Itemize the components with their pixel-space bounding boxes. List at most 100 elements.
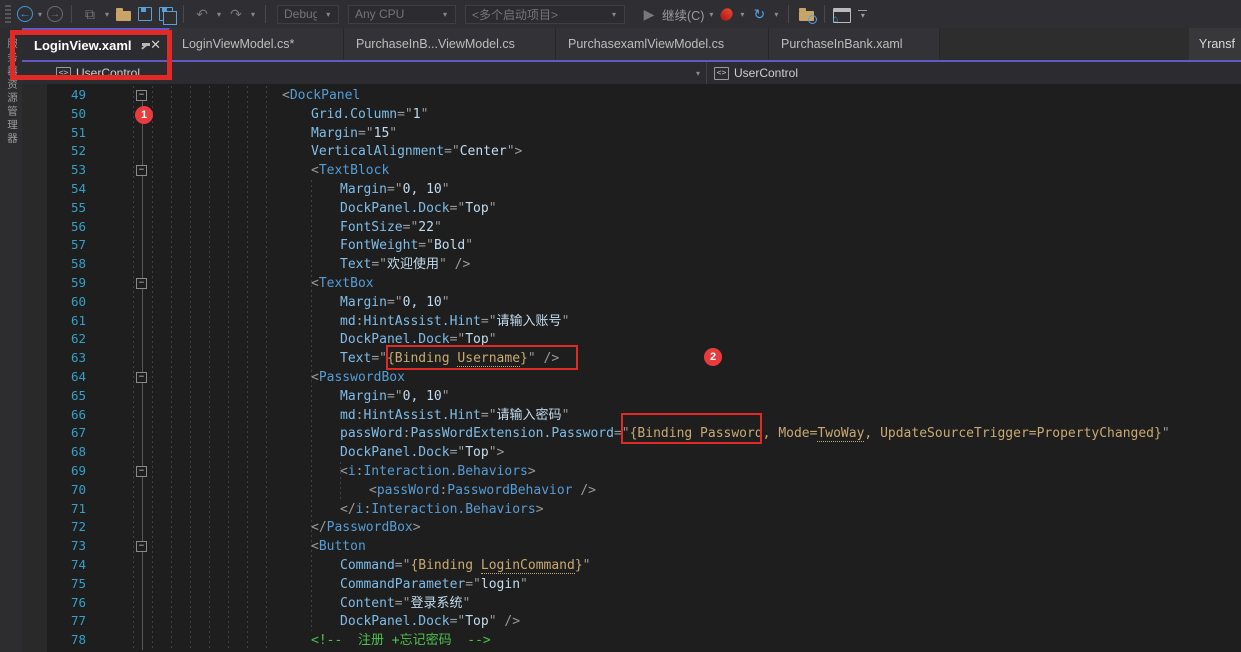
code-lines: 49 <DockPanel 50 Grid.Column="1" 51 Margin="1… [22,86,1241,652]
code-line-65[interactable]: 65 Margin="0, 10" [22,387,1241,406]
code-line-51[interactable]: 51 Margin="15" [22,124,1241,143]
line-number: 57 [70,237,86,253]
toolbar-overflow-button[interactable]: ▾ [858,9,868,20]
fold-collapse-button[interactable]: − [136,90,147,101]
code-line-74[interactable]: 74 Command="{Binding LoginCommand}" [22,556,1241,575]
line-number: 64 [70,368,86,384]
line-number: 74 [70,556,86,572]
code-line-59[interactable]: 59 <TextBox [22,274,1241,293]
tab-yransf-partial[interactable]: Yransf [1188,28,1241,60]
code-line-63[interactable]: 63 Text="{Binding Username}" /> [22,349,1241,368]
code-line-49[interactable]: 49 <DockPanel [22,86,1241,105]
code-line-75[interactable]: 75 CommandParameter="login" [22,575,1241,594]
hot-reload-icon[interactable] [718,5,736,23]
tab-purchasexamlviewmodel-cs[interactable]: PurchasexamlViewModel.cs [556,28,769,60]
fold-collapse-button[interactable]: − [136,165,147,177]
line-number: 66 [70,406,86,422]
dropdown-caret-icon: ▾ [442,9,447,19]
hot-reload-dropdown-icon[interactable]: ▾ [738,10,746,19]
code-editor[interactable]: 49 <DockPanel 50 Grid.Column="1" 51 Margin="1… [22,84,1241,652]
toolbar-separator [824,5,826,23]
code-line-68[interactable]: 68 DockPanel.Dock="Top"> [22,443,1241,462]
code-line-62[interactable]: 62 DockPanel.Dock="Top" [22,330,1241,349]
solution-configuration-dropdown[interactable]: Debug ▾ [277,4,339,24]
line-number: 59 [70,274,86,290]
line-number: 55 [70,199,86,215]
toolbar-separator [265,5,266,23]
annotation-step-1-badge: 1 [135,106,153,124]
restart-dropdown-icon[interactable]: ▾ [772,10,780,19]
navigate-back-dropdown-icon[interactable]: ▾ [36,10,44,19]
navigate-back-icon[interactable]: ← [17,6,33,22]
xml-element-icon: <> [714,66,729,80]
code-line-77[interactable]: 77 DockPanel.Dock="Top" /> [22,612,1241,631]
code-line-58[interactable]: 58 Text="欢迎使用" /> [22,255,1241,274]
tab-purchaseinbank-xaml[interactable]: PurchaseInBank.xaml [769,28,940,60]
fold-collapse-button[interactable]: − [136,541,147,553]
annotation-box-binding-password [621,413,762,444]
code-line-70[interactable]: 70 <passWord:PasswordBehavior /> [22,481,1241,500]
code-line-72[interactable]: 72 </PasswordBox> [22,518,1241,537]
fold-collapse-button[interactable]: − [136,466,147,477]
restart-icon[interactable]: ↻ [749,2,769,26]
line-number: 73 [70,538,86,554]
fold-collapse-button[interactable]: − [136,372,147,383]
code-line-71[interactable]: 71 </i:Interaction.Behaviors> [22,500,1241,519]
line-number: 53 [70,162,86,178]
code-line-76[interactable]: 76 Content="登录系统" [22,594,1241,613]
code-line-60[interactable]: 60 Margin="0, 10" [22,293,1241,312]
solution-platform-dropdown[interactable]: Any CPU ▾ [348,4,456,24]
tab-purchaseinb-viewmodel-cs[interactable]: PurchaseInB...ViewModel.cs [344,28,556,60]
line-number: 60 [70,293,86,309]
toolbar-grip[interactable] [5,5,11,23]
code-line-57[interactable]: 57 FontWeight="Bold" [22,236,1241,255]
annotation-box-binding-username [386,345,578,370]
code-line-69[interactable]: 69 <i:Interaction.Behaviors> [22,462,1241,481]
left-tool-window-strip: 服务器资源管理器 [0,28,22,652]
tab-loginviewmodel-cs[interactable]: LoginViewModel.cs* [170,28,344,60]
code-line-55[interactable]: 55 DockPanel.Dock="Top" [22,199,1241,218]
save-all-icon[interactable] [159,7,177,25]
code-line-64[interactable]: 64 <PasswordBox [22,368,1241,387]
code-line-53[interactable]: 53 <TextBlock [22,161,1241,180]
new-project-icon[interactable]: ⧉ [80,2,100,26]
continue-dropdown-icon[interactable]: ▾ [707,10,715,19]
startup-project-dropdown[interactable]: <多个启动项目> ▾ [465,4,625,24]
toolbar-separator [71,5,72,23]
code-line-78[interactable]: 78 <!-- 注册 +忘记密码 --> [22,631,1241,650]
line-number: 52 [70,143,86,159]
open-file-icon[interactable] [116,8,131,21]
toolbar-separator [788,5,790,23]
redo-icon[interactable]: ↷ [226,2,246,26]
line-number: 50 [70,105,86,121]
code-line-73[interactable]: 73 <Button [22,537,1241,556]
continue-button[interactable]: 继续(C) [662,5,704,24]
annotation-step-2-badge: 2 [704,348,722,366]
sync-with-active-document-icon[interactable] [799,8,818,24]
breadcrumb-right[interactable]: <> UserControl [714,62,798,84]
undo-icon[interactable]: ↶ [192,2,212,26]
browser-preview-icon[interactable]: ⌂ [832,7,852,24]
undo-dropdown-icon[interactable]: ▾ [215,10,223,19]
code-line-54[interactable]: 54 Margin="0, 10" [22,180,1241,199]
document-tab-bar: LoginView.xaml ✕ LoginViewModel.cs* Purc… [22,28,1241,62]
new-project-dropdown-icon[interactable]: ▾ [103,10,111,19]
line-number: 65 [70,387,86,403]
navigate-forward-icon[interactable]: → [47,6,63,22]
line-number: 71 [70,500,86,516]
save-icon[interactable] [138,7,152,21]
code-line-50[interactable]: 50 Grid.Column="1" [22,105,1241,124]
line-number: 49 [70,87,86,102]
continue-play-icon[interactable]: ▶ [639,2,659,26]
breadcrumb-dropdown-icon[interactable]: ▾ [694,69,702,78]
line-number: 58 [70,256,86,272]
code-line-52[interactable]: 52 VerticalAlignment="Center"> [22,142,1241,161]
code-line-56[interactable]: 56 FontSize="22" [22,218,1241,237]
line-number: 70 [70,481,86,497]
redo-dropdown-icon[interactable]: ▾ [249,10,257,19]
code-line-61[interactable]: 61 md:HintAssist.Hint="请输入账号" [22,312,1241,331]
fold-collapse-button[interactable]: − [136,278,147,289]
line-number: 67 [70,425,86,441]
annotation-box-active-tab [10,30,172,80]
line-number: 72 [70,519,86,535]
